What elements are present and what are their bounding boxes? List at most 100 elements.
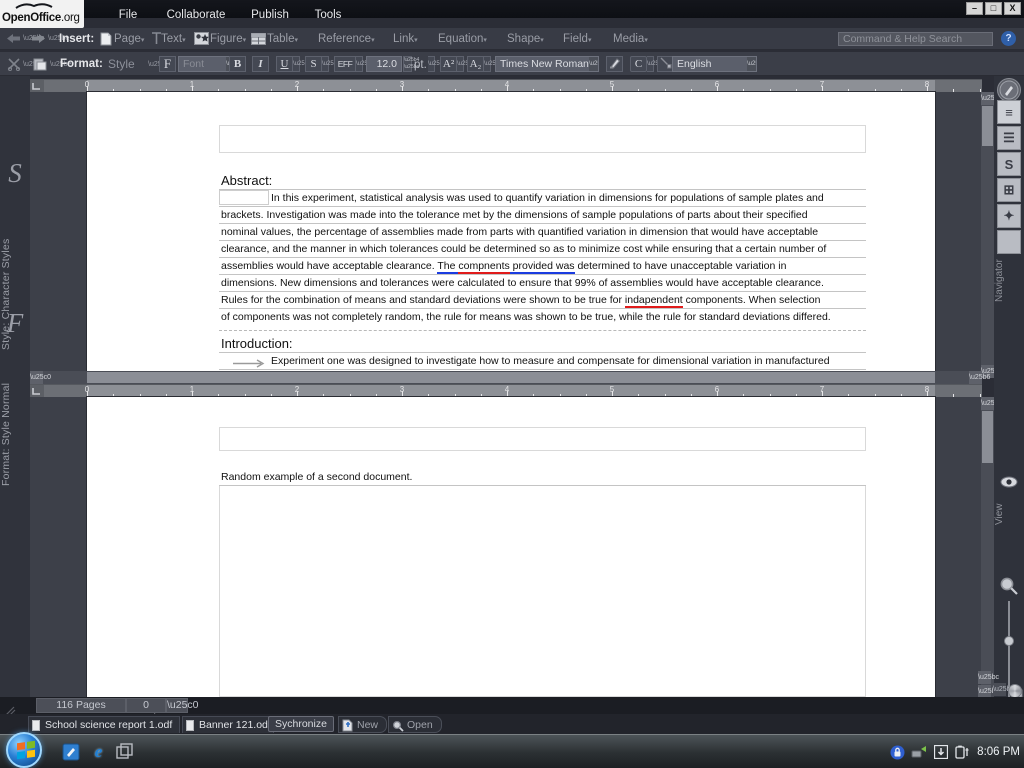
page-1[interactable]: Abstract: In this experiment, statistica… <box>87 92 935 378</box>
chevron-down-icon[interactable]: ▾ <box>540 37 544 44</box>
table-grid-icon[interactable]: ⊞ <box>997 178 1021 202</box>
chevron-down-icon[interactable]: ▾ <box>141 37 145 44</box>
chevron-down-icon[interactable]: ▾ <box>295 37 299 44</box>
taskbar-app-editor[interactable] <box>60 741 81 762</box>
document-lines-icon[interactable]: ≡ <box>997 100 1021 124</box>
font-button[interactable]: F <box>159 56 176 72</box>
underline-dropdown-caret[interactable]: \u25be <box>293 56 300 72</box>
insert-media-button[interactable]: Media▾ <box>613 31 648 47</box>
insert-equation-button[interactable]: Equation▾ <box>438 31 487 47</box>
chevron-down-icon[interactable]: ▾ <box>644 37 648 44</box>
chevron-down-icon[interactable]: \u25be <box>747 57 756 71</box>
vertical-scrollbar-1[interactable]: \u25b2 \u25bc <box>981 92 994 378</box>
insert-link-button[interactable]: Link▾ <box>393 31 418 47</box>
sidebar-style-character-styles-glyph[interactable]: S <box>0 156 30 190</box>
header-text-frame-2[interactable] <box>219 427 866 451</box>
scroll-up-button-1[interactable]: \u25b2 <box>981 92 994 105</box>
chevron-down-icon[interactable]: ▾ <box>414 37 418 44</box>
compass-icon[interactable] <box>997 78 1021 102</box>
gallery-image-icon[interactable]: ✦ <box>997 204 1021 228</box>
tray-icon-battery[interactable] <box>955 744 971 760</box>
bold-button[interactable]: B <box>229 56 246 72</box>
effects-button[interactable]: EFF <box>334 56 356 72</box>
superscript-dropdown-caret[interactable]: \u25be <box>457 56 464 72</box>
blank-panel-icon[interactable] <box>997 230 1021 254</box>
figure-icon[interactable] <box>194 31 209 46</box>
help-question-icon[interactable]: ? <box>1001 31 1016 46</box>
taskbar-app-windows[interactable] <box>114 741 135 762</box>
horizontal-scrollbar-1[interactable]: \u25c0 \u25b6 <box>30 371 982 384</box>
search-input[interactable]: Command & Help Search <box>838 32 993 46</box>
new-document-button[interactable]: New <box>338 716 387 733</box>
magnifier-icon[interactable] <box>999 576 1019 596</box>
chevron-down-icon[interactable]: \u25be <box>589 57 598 71</box>
underline-button[interactable]: U <box>276 56 293 72</box>
superscript-button[interactable]: A² <box>440 56 457 72</box>
close-button[interactable]: X <box>1004 2 1021 15</box>
status-words[interactable]: 0 Words <box>126 698 166 713</box>
chevron-down-icon[interactable]: ▾ <box>371 37 375 44</box>
doc2-content-frame[interactable] <box>219 486 866 697</box>
ruler-mid[interactable]: 012345678 <box>30 384 982 397</box>
collapse-left-icon[interactable]: \u25c0 <box>166 698 188 713</box>
styles-s-icon[interactable]: S <box>997 152 1021 176</box>
insert-field-button[interactable]: Field▾ <box>563 31 591 47</box>
windows-start-orb-icon[interactable] <box>6 732 42 768</box>
menu-file[interactable]: File <box>104 0 152 28</box>
language-combo[interactable]: English\u25be <box>672 56 757 72</box>
scroll-right-button-1[interactable]: \u25b6 <box>969 371 982 384</box>
menu-tools[interactable]: Tools <box>300 0 356 28</box>
sidebar-format-style-normal[interactable]: Format: Style Normal <box>0 344 30 524</box>
font-name-combo[interactable]: Font\u25be <box>178 56 236 72</box>
font-size-stepper[interactable]: \u25b4\u25be <box>403 56 412 72</box>
hscroll-right-button-2[interactable]: \u25b6 <box>993 683 1006 696</box>
clipboard-icon[interactable] <box>32 56 47 71</box>
open-document-button[interactable]: Open <box>388 716 442 733</box>
menu-collaborate[interactable]: Collaborate <box>152 0 240 28</box>
arrow-right-icon[interactable] <box>31 31 46 46</box>
subscript-dropdown-caret[interactable]: \u25be <box>484 56 491 72</box>
unit-label[interactable]: pt. <box>414 57 427 73</box>
tray-icon-security[interactable] <box>889 744 905 760</box>
vertical-scrollbar-2[interactable]: \u25b2 <box>981 397 994 697</box>
insert-text-button[interactable]: Text▾ <box>161 31 186 47</box>
subscript-button[interactable]: A₂ <box>467 56 484 72</box>
font-size-input[interactable]: 12.0 <box>366 56 402 72</box>
page-down-button[interactable]: \u25bc <box>978 671 991 684</box>
header-text-frame[interactable] <box>219 125 866 153</box>
italic-button[interactable]: I <box>252 56 269 72</box>
arrow-left-icon[interactable] <box>6 31 21 46</box>
font-color-button[interactable]: C <box>630 56 647 72</box>
status-pages[interactable]: 116 Pages <box>36 698 126 713</box>
tray-icon-network[interactable] <box>911 744 927 760</box>
taskbar-app-browser[interactable]: e <box>88 741 109 762</box>
doc-tab-banner-121[interactable]: Banner 121.odf <box>182 716 274 733</box>
page-2[interactable]: Random example of a second document. <box>87 397 935 697</box>
scroll-left-button-1[interactable]: \u25c0 <box>30 371 43 384</box>
color-wheel-icon[interactable] <box>1008 684 1022 698</box>
font-family-combo[interactable]: Times New Roman\u25be <box>495 56 599 72</box>
minimize-button[interactable]: – <box>966 2 983 15</box>
strikethrough-button[interactable]: S <box>305 56 322 72</box>
maximize-button[interactable]: □ <box>985 2 1002 15</box>
table-icon[interactable] <box>251 31 266 46</box>
scissors-icon[interactable] <box>6 56 21 71</box>
font-color-dropdown-caret[interactable]: \u25be <box>647 56 654 72</box>
insert-figure-button[interactable]: Figure▾ <box>210 31 246 47</box>
unit-dropdown-caret[interactable]: \u25be <box>428 56 435 72</box>
doc-tab-school-science-report[interactable]: School science report 1.odf <box>28 716 180 733</box>
chevron-down-icon[interactable]: ▾ <box>243 37 247 44</box>
menu-publish[interactable]: Publish <box>240 0 300 28</box>
insert-shape-button[interactable]: Shape▾ <box>507 31 544 47</box>
eye-icon[interactable] <box>1000 476 1018 488</box>
ruler-top[interactable]: 012345678 <box>30 79 982 92</box>
app-logo-tab[interactable]: OpenOffice.org <box>0 0 84 28</box>
insert-reference-button[interactable]: Reference▾ <box>318 31 375 47</box>
insert-page-button[interactable]: Page▾ <box>114 31 144 47</box>
sidebar-format-style-normal-glyph[interactable]: F <box>0 306 30 340</box>
chevron-down-icon[interactable]: ▾ <box>588 37 592 44</box>
zoom-slider-knob[interactable] <box>1004 636 1014 646</box>
strikethrough-dropdown-caret[interactable]: \u25be <box>322 56 329 72</box>
paragraph-align-icon[interactable]: ☰ <box>997 126 1021 150</box>
page-icon[interactable] <box>98 31 113 46</box>
